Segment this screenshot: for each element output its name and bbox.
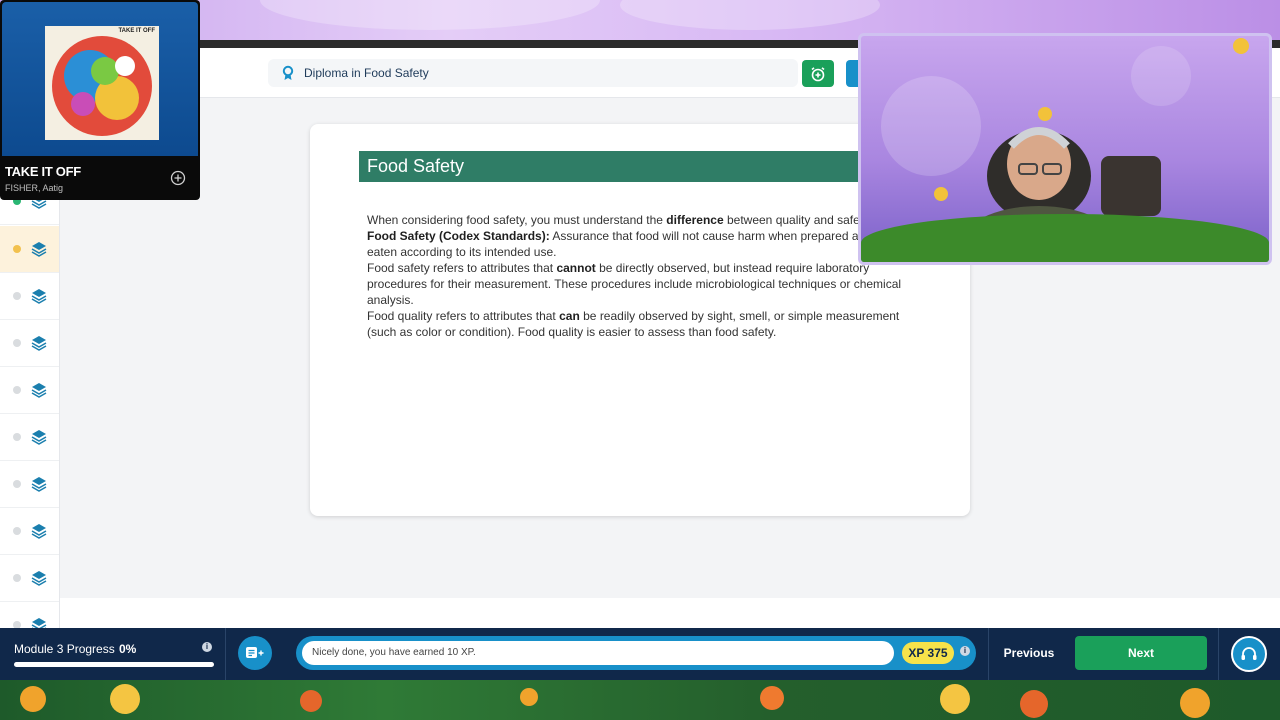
next-button[interactable]: Next	[1075, 636, 1207, 670]
lesson-title: Food Safety	[359, 151, 921, 182]
lesson-quality: Food quality refers to attributes that c…	[367, 309, 900, 339]
note-add-icon	[246, 647, 264, 658]
layers-icon	[31, 383, 47, 398]
status-dot	[13, 386, 21, 394]
xp-message-bar: Nicely done, you have earned 10 XP. XP 3…	[296, 636, 976, 670]
support-button[interactable]	[1231, 636, 1267, 672]
layers-icon	[31, 289, 47, 304]
sidebar-item-2[interactable]	[0, 226, 59, 273]
layers-icon	[31, 524, 47, 539]
headset-icon	[1241, 647, 1257, 660]
lesson-intro: When considering food safety, you must u…	[367, 213, 872, 227]
sidebar-item-6[interactable]	[0, 414, 59, 461]
info-icon[interactable]: i	[960, 646, 970, 656]
status-dot	[13, 480, 21, 488]
album-title-text: TAKE IT OFF	[118, 28, 155, 34]
sidebar-item-4[interactable]	[0, 320, 59, 367]
previous-button[interactable]: Previous	[996, 638, 1062, 668]
sidebar-item-8[interactable]	[0, 508, 59, 555]
lesson-safety: Food safety refers to attributes that ca…	[367, 261, 902, 307]
status-dot	[13, 621, 21, 628]
course-title-bar[interactable]: Diploma in Food Safety	[268, 59, 798, 87]
now-playing-card: TAKE IT OFF TAKE IT OFF FISHER, Aatig	[0, 0, 200, 200]
bottom-bar: Module 3 Progress 0% i Nicely done, you …	[0, 628, 1280, 680]
xp-message: Nicely done, you have earned 10 XP.	[302, 641, 894, 665]
lesson-codex: Food Safety (Codex Standards): Assurance…	[367, 229, 886, 259]
sidebar-item-3[interactable]	[0, 273, 59, 320]
album-art-frame: TAKE IT OFF	[2, 2, 198, 156]
webcam-overlay	[858, 33, 1272, 265]
stream-banner-bottom	[0, 680, 1280, 720]
content-footer-strip	[60, 598, 1280, 628]
sidebar-item-10[interactable]	[0, 602, 59, 628]
progress-percent: 0%	[119, 642, 137, 656]
nav-divider	[1218, 628, 1219, 680]
album-art-image	[52, 36, 152, 136]
status-dot	[13, 292, 21, 300]
layers-icon	[31, 336, 47, 351]
reminder-button[interactable]	[802, 60, 834, 87]
album-cover: TAKE IT OFF	[45, 26, 159, 140]
current-status-dot	[13, 245, 21, 253]
layers-icon	[31, 242, 47, 257]
progress-label: Module 3 Progress	[14, 642, 115, 656]
add-note-button[interactable]	[238, 636, 272, 670]
status-dot	[13, 339, 21, 347]
course-title: Diploma in Food Safety	[304, 66, 429, 80]
info-icon[interactable]: i	[202, 642, 212, 652]
layers-icon	[31, 571, 47, 586]
status-dot	[13, 527, 21, 535]
layers-icon	[31, 618, 47, 628]
xp-badge: XP 375	[902, 642, 954, 664]
sidebar-item-7[interactable]	[0, 461, 59, 508]
track-title: TAKE IT OFF	[5, 164, 81, 179]
status-dot	[13, 574, 21, 582]
add-icon[interactable]	[170, 170, 186, 186]
lesson-body: When considering food safety, you must u…	[367, 212, 907, 340]
sidebar-item-5[interactable]	[0, 367, 59, 414]
track-artist: FISHER, Aatig	[5, 183, 64, 193]
alarm-icon	[811, 66, 825, 81]
layers-icon	[31, 430, 47, 445]
layers-icon	[31, 477, 47, 492]
progress-bar	[14, 662, 214, 667]
sidebar-item-9[interactable]	[0, 555, 59, 602]
module-progress: Module 3 Progress 0% i	[0, 628, 226, 680]
nav-divider	[988, 628, 989, 680]
ribbon-icon	[282, 65, 294, 80]
status-dot	[13, 433, 21, 441]
